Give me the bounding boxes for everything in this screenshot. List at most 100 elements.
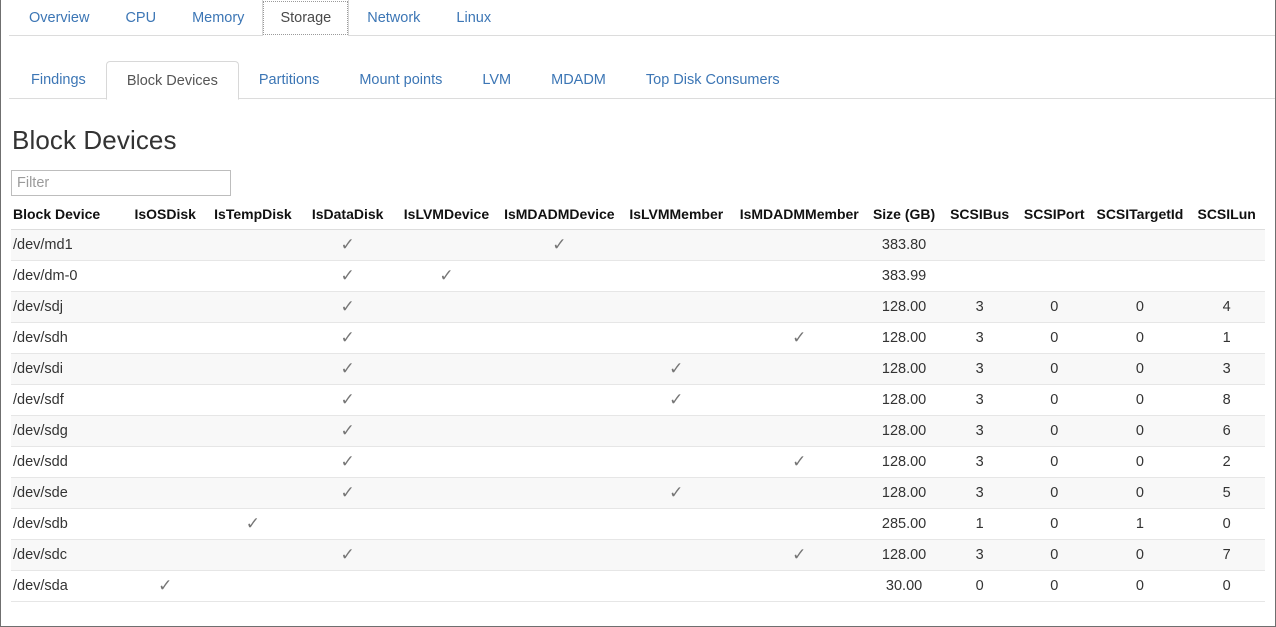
secondary-tab-partitions[interactable]: Partitions [239,61,339,99]
cell-size-gb: 383.99 [866,261,943,292]
column-header-ismdadmmember[interactable]: IsMDADMMember [733,206,866,230]
checkmark-icon: ✓ [158,577,172,594]
cell-is-lvm-device [394,416,499,447]
checkmark-icon: ✓ [669,391,683,408]
cell-is-lvm-member [620,230,733,261]
cell-scsi-port: 0 [1017,447,1092,478]
filter-input[interactable] [11,170,231,196]
column-header-istempdisk[interactable]: IsTempDisk [205,206,302,230]
cell-is-mdadm-device [499,571,620,602]
cell-is-mdadm-member [733,416,866,447]
cell-is-mdadm-device [499,478,620,509]
app-frame: OverviewCPUMemoryStorageNetworkLinux Fin… [0,0,1276,627]
cell-is-data-disk: ✓ [301,478,394,509]
cell-block-device: /dev/sdb [11,509,126,540]
cell-is-data-disk: ✓ [301,230,394,261]
cell-size-gb: 128.00 [866,416,943,447]
table-row[interactable]: /dev/sdg✓128.003006 [11,416,1265,447]
table-row[interactable]: /dev/sda✓30.000000 [11,571,1265,602]
cell-scsi-target-id: 0 [1092,416,1189,447]
table-row[interactable]: /dev/sdb✓285.001010 [11,509,1265,540]
column-header-scsiport[interactable]: SCSIPort [1017,206,1092,230]
column-header-ismdadmdevice[interactable]: IsMDADMDevice [499,206,620,230]
cell-is-lvm-member: ✓ [620,354,733,385]
primary-tab-network[interactable]: Network [349,0,438,36]
table-row[interactable]: /dev/sde✓✓128.003005 [11,478,1265,509]
cell-scsi-bus: 3 [942,323,1017,354]
cell-scsi-port: 0 [1017,354,1092,385]
primary-tab-overview[interactable]: Overview [11,0,107,36]
cell-scsi-bus [942,261,1017,292]
secondary-tab-top-disk-consumers[interactable]: Top Disk Consumers [626,61,800,99]
cell-is-temp-disk [205,478,302,509]
cell-is-mdadm-member: ✓ [733,540,866,571]
cell-block-device: /dev/sdg [11,416,126,447]
column-header-isdatadisk[interactable]: IsDataDisk [301,206,394,230]
cell-size-gb: 30.00 [866,571,943,602]
primary-tab-storage[interactable]: Storage [262,0,349,36]
cell-block-device: /dev/sdj [11,292,126,323]
cell-size-gb: 128.00 [866,540,943,571]
primary-tab-memory[interactable]: Memory [174,0,262,36]
cell-is-temp-disk [205,354,302,385]
column-header-scsilun[interactable]: SCSILun [1188,206,1265,230]
table-row[interactable]: /dev/sdi✓✓128.003003 [11,354,1265,385]
secondary-tab-lvm[interactable]: LVM [462,61,531,99]
table-row[interactable]: /dev/sdc✓✓128.003007 [11,540,1265,571]
cell-scsi-bus: 3 [942,354,1017,385]
checkmark-icon: ✓ [341,546,355,563]
column-header-scsitargetid[interactable]: SCSITargetId [1092,206,1189,230]
cell-is-lvm-device [394,323,499,354]
column-header-isosdisk[interactable]: IsOSDisk [126,206,205,230]
cell-scsi-port: 0 [1017,571,1092,602]
cell-is-os-disk [126,323,205,354]
cell-scsi-port: 0 [1017,323,1092,354]
cell-is-data-disk: ✓ [301,323,394,354]
cell-scsi-port: 0 [1017,292,1092,323]
cell-is-mdadm-device [499,323,620,354]
table-row[interactable]: /dev/sdd✓✓128.003002 [11,447,1265,478]
cell-scsi-lun: 8 [1188,385,1265,416]
cell-is-os-disk [126,261,205,292]
table-row[interactable]: /dev/dm-0✓✓383.99 [11,261,1265,292]
cell-size-gb: 128.00 [866,385,943,416]
cell-is-mdadm-member [733,385,866,416]
cell-is-os-disk [126,447,205,478]
table-row[interactable]: /dev/sdf✓✓128.003008 [11,385,1265,416]
cell-is-data-disk: ✓ [301,385,394,416]
cell-scsi-bus: 3 [942,540,1017,571]
primary-tab-cpu[interactable]: CPU [107,0,174,36]
main-content: Block Devices Block DeviceIsOSDiskIsTemp… [1,125,1275,602]
checkmark-icon: ✓ [341,298,355,315]
cell-block-device: /dev/dm-0 [11,261,126,292]
cell-size-gb: 128.00 [866,323,943,354]
table-row[interactable]: /dev/sdj✓128.003004 [11,292,1265,323]
column-header-islvmdevice[interactable]: IsLVMDevice [394,206,499,230]
table-row[interactable]: /dev/sdh✓✓128.003001 [11,323,1265,354]
table-row[interactable]: /dev/md1✓✓383.80 [11,230,1265,261]
secondary-tab-bar: FindingsBlock DevicesPartitionsMount poi… [1,52,1275,99]
column-header-scsibus[interactable]: SCSIBus [942,206,1017,230]
cell-is-lvm-member [620,261,733,292]
cell-block-device: /dev/sdf [11,385,126,416]
cell-scsi-port: 0 [1017,509,1092,540]
secondary-tab-block-devices[interactable]: Block Devices [106,61,239,100]
cell-is-data-disk: ✓ [301,261,394,292]
cell-block-device: /dev/md1 [11,230,126,261]
column-header-islvmmember[interactable]: IsLVMMember [620,206,733,230]
cell-is-mdadm-device [499,447,620,478]
column-header-block-device[interactable]: Block Device [11,206,126,230]
cell-scsi-lun: 7 [1188,540,1265,571]
cell-is-lvm-device [394,385,499,416]
secondary-tab-mount-points[interactable]: Mount points [339,61,462,99]
cell-scsi-bus: 3 [942,385,1017,416]
cell-is-temp-disk [205,230,302,261]
cell-scsi-bus: 3 [942,292,1017,323]
cell-is-os-disk [126,509,205,540]
primary-tab-linux[interactable]: Linux [438,0,509,36]
cell-is-data-disk: ✓ [301,540,394,571]
secondary-tab-mdadm[interactable]: MDADM [531,61,626,99]
column-header-size-gb[interactable]: Size (GB) [866,206,943,230]
secondary-tab-findings[interactable]: Findings [11,61,106,99]
cell-size-gb: 285.00 [866,509,943,540]
